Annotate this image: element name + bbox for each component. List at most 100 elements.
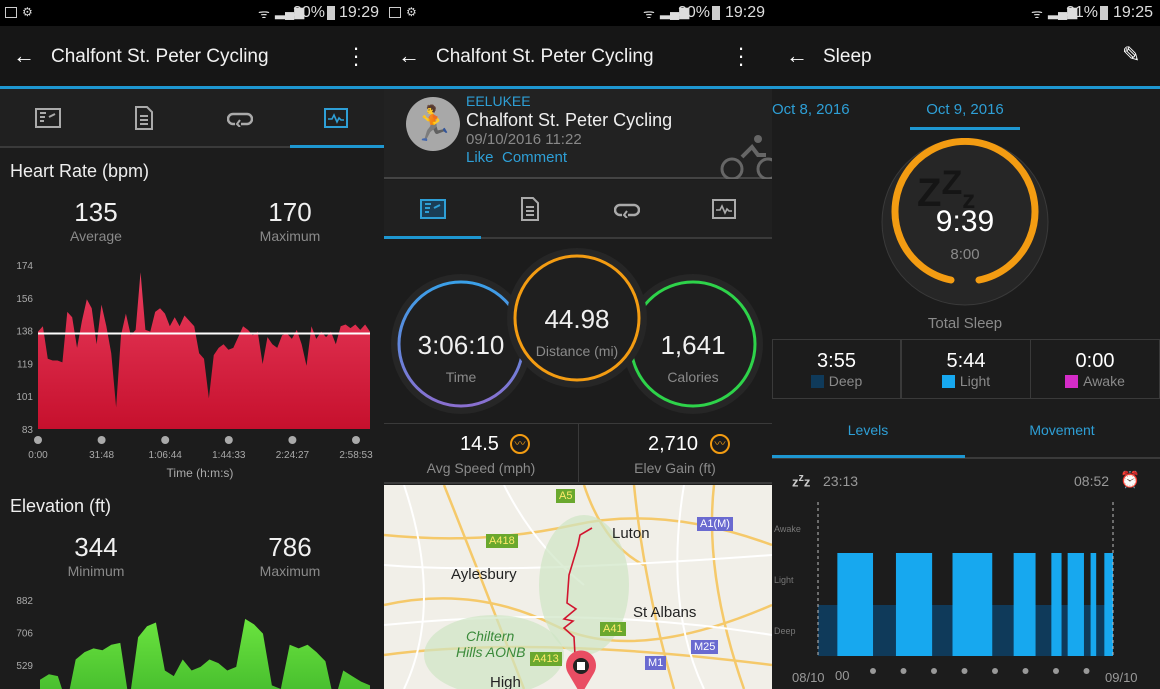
light-sleep-bar — [837, 553, 874, 656]
date-tab-previous[interactable]: Oct 8, 2016 — [772, 101, 850, 118]
y-tick-label: 101 — [16, 392, 33, 403]
y-tick-label: 119 — [17, 359, 33, 370]
charts-icon — [711, 198, 736, 219]
distance-label: Distance (mi) — [535, 343, 619, 359]
accent-line — [772, 86, 1160, 89]
clock: 19:25 — [1113, 4, 1154, 21]
activity-summary-screen: ⚙ ᯤ ▂▄▆ 30% 19:29 ← Chalfont St. Peter C… — [384, 0, 772, 689]
x-axis-label: Time (h:m:s) — [167, 466, 234, 480]
x-tick-dot — [352, 436, 360, 444]
road-shield: A41 — [600, 622, 626, 636]
status-bar: ᯤ ▂▄▆ 31% 19:25 — [772, 0, 1160, 26]
activity-datetime: 09/10/2016 11:22 — [466, 131, 582, 148]
x-tick-label: 1:06:44 — [149, 450, 183, 461]
sleep-screen: ᯤ ▂▄▆ 31% 19:25 ← Sleep ✎ Oct 8, 2016 Oc… — [772, 0, 1160, 689]
heart-rate-heading: Heart Rate (bpm) — [10, 161, 150, 181]
x-tick-dot — [1053, 668, 1059, 674]
calories-value: 1,641 — [660, 330, 726, 360]
clock: 19:29 — [725, 4, 766, 21]
elevation-maximum: 786 Maximum — [260, 532, 321, 579]
more-menu-icon[interactable]: · · · — [737, 37, 745, 75]
tab-laps[interactable] — [578, 180, 675, 237]
gallery-icon — [5, 7, 17, 18]
laps-icon — [613, 203, 640, 218]
alarm-clock-icon: ⏰ — [1120, 472, 1140, 489]
charts-icon — [324, 107, 348, 128]
avg-speed-value: 14.5 — [460, 433, 499, 455]
battery-icon — [327, 6, 335, 20]
road-shield: A413 — [530, 652, 562, 666]
date-tab-current[interactable]: Oct 9, 2016 — [926, 101, 1004, 118]
deep-value: 3:55 — [817, 350, 856, 372]
y-tick-label: 156 — [16, 294, 33, 305]
tab-laps[interactable] — [192, 89, 288, 146]
avg-speed-label: Avg Speed (mph) — [426, 460, 536, 476]
x-tick-label: 1:44:33 — [212, 450, 246, 461]
heart-average: 135 Average — [70, 197, 122, 244]
user-name-link[interactable]: EELUKEE — [466, 93, 531, 109]
deep-stat: 3:55 Deep — [772, 339, 901, 399]
more-menu-icon[interactable]: · · · — [352, 37, 360, 75]
elevation-minimum: 344 Minimum — [68, 532, 125, 579]
tab-levels[interactable]: Levels — [848, 422, 888, 438]
avatar[interactable]: 🏃 — [406, 97, 460, 151]
x-tick-dot — [224, 436, 233, 444]
edit-pencil-icon[interactable]: ✎ — [1122, 42, 1140, 68]
tab-overview[interactable] — [0, 89, 96, 146]
status-bar: ⚙ ᯤ ▂▄▆ 30% 19:29 — [384, 0, 772, 26]
page-title: Chalfont St. Peter Cycling — [436, 46, 654, 67]
wifi-icon: ᯤ — [643, 6, 655, 21]
maximum-label: Maximum — [259, 563, 321, 579]
elev-gain-label: Elev Gain (ft) — [634, 460, 716, 476]
zzz-icon: zzz — [792, 472, 811, 490]
comment-link[interactable]: Comment — [502, 149, 567, 166]
heart-maximum: 170 Maximum — [260, 197, 321, 244]
activity-tabs — [384, 180, 772, 239]
time-stat: 3:06:10 Time — [418, 330, 505, 385]
minimum-label: Minimum — [67, 563, 125, 579]
map-label: High — [490, 674, 521, 689]
notification-icon: ⚙ — [22, 5, 33, 19]
tab-charts[interactable] — [288, 89, 384, 146]
light-sleep-bar — [1051, 553, 1062, 656]
elev-gain-value: 2,710 — [648, 433, 699, 455]
tab-details[interactable] — [96, 89, 192, 146]
y-tick-label: 706 — [16, 629, 33, 640]
awake-swatch — [1065, 375, 1079, 388]
total-sleep-value: 9:39 — [935, 205, 995, 238]
tab-movement[interactable]: Movement — [1029, 422, 1094, 438]
map-label: St Albans — [633, 604, 697, 621]
sleep-start-time: 23:13 — [823, 473, 859, 489]
activity-charts-screen: ⚙ ᯤ ▂▄▆ 30% 19:29 ← Chalfont St. Peter C… — [0, 0, 384, 689]
sleep-end-time: 08:52 — [1074, 473, 1110, 489]
map-label: Aylesbury — [451, 566, 517, 583]
tab-overview[interactable] — [384, 180, 481, 237]
tab-details[interactable] — [481, 180, 578, 237]
x-tick-dot — [961, 668, 968, 674]
x-tick-dot — [288, 436, 297, 444]
details-icon — [135, 105, 153, 130]
battery-percent: 31% — [1066, 4, 1099, 21]
heart-rate-area — [38, 272, 370, 429]
tab-charts[interactable] — [675, 180, 772, 237]
like-link[interactable]: Like — [466, 149, 494, 166]
x-tick-label: 0:00 — [28, 450, 48, 461]
axis-end-label: 09/10 — [1105, 670, 1138, 685]
y-tick-label: 83 — [22, 425, 34, 436]
gauge-icon: 〰 — [510, 434, 530, 454]
laps-icon — [227, 112, 253, 127]
secondary-stats: 14.5 〰 Avg Speed (mph) 2,710 〰 Elev Gain… — [384, 423, 772, 484]
y-tick-label: 882 — [16, 596, 33, 607]
details-icon — [520, 196, 539, 221]
light-value: 5:44 — [946, 350, 986, 372]
y-tick-label: 138 — [16, 327, 33, 338]
back-arrow-icon[interactable]: ← — [786, 43, 808, 69]
sleep-levels-chart: Awake Light Deep — [774, 502, 1114, 674]
wifi-icon: ᯤ — [1031, 6, 1043, 21]
route-map[interactable]: Luton Aylesbury St Albans Chiltern Hills… — [384, 485, 772, 689]
activity-header: 🏃 EELUKEE Chalfont St. Peter Cycling 09/… — [384, 89, 772, 179]
back-arrow-icon[interactable]: ← — [13, 43, 35, 69]
back-arrow-icon[interactable]: ← — [398, 43, 420, 69]
minimum-value: 344 — [74, 532, 118, 562]
average-value: 135 — [74, 197, 118, 227]
